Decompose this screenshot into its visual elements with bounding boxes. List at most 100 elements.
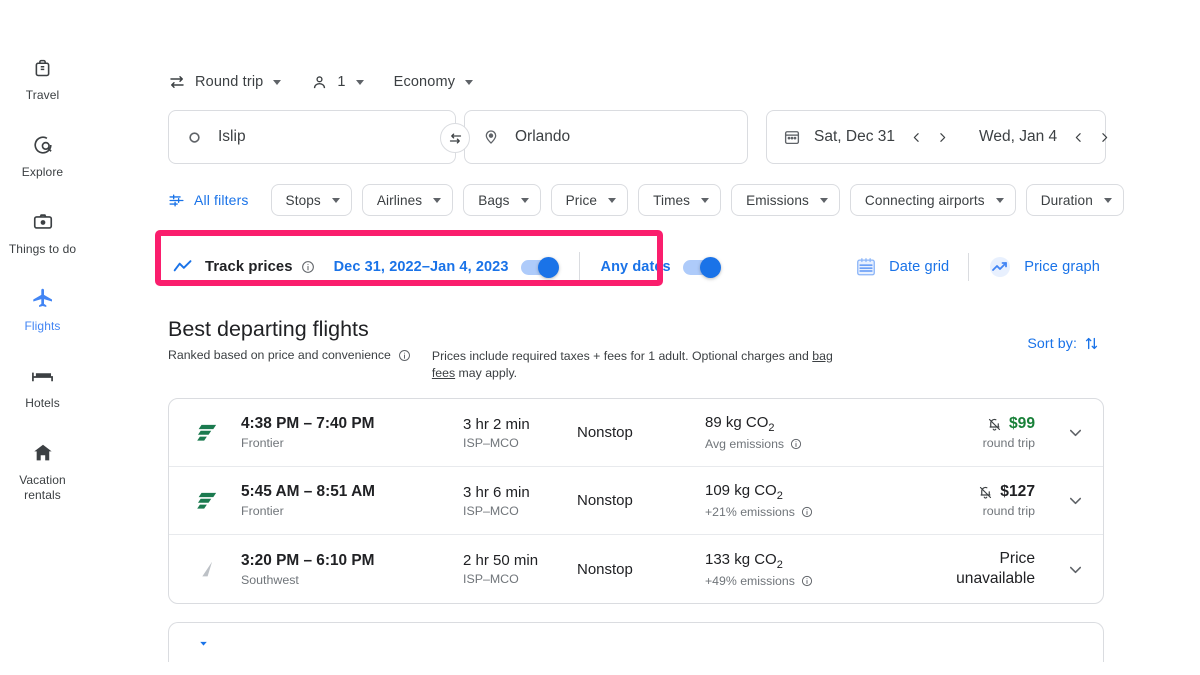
passenger-count: 1 [337,74,346,90]
origin-input[interactable]: Islip [168,110,456,164]
info-icon[interactable] [801,575,813,587]
return-date-segment[interactable]: Wed, Jan 4 [979,111,1117,163]
return-prev-day-button[interactable] [1065,124,1091,150]
ranked-note-text: Ranked based on price and convenience [168,348,391,362]
departure-date-segment[interactable]: Sat, Dec 31 [783,111,955,163]
return-date-value: Wed, Jan 4 [979,128,1058,145]
sidebar-label: Hotels [25,396,60,410]
expand-flight-button[interactable] [1045,491,1085,510]
bed-icon [31,363,54,389]
table-row[interactable]: 3:20 PM – 6:10 PM Southwest 2 hr 50 min … [169,535,1103,603]
filter-chip-stops[interactable]: Stops [270,184,352,216]
destination-value: Orlando [515,128,571,145]
flight-stops: Nonstop [577,560,633,578]
info-icon[interactable] [398,349,411,362]
cabin-class-label: Economy [393,74,456,90]
info-icon[interactable] [801,506,813,518]
price-graph-button[interactable]: Price graph [988,255,1100,279]
filter-icon [168,192,185,209]
table-row[interactable]: 4:38 PM – 7:40 PM Frontier 3 hr 2 min IS… [169,399,1103,467]
emissions-note: Avg emissions [705,437,785,451]
filter-chip-connecting-airports[interactable]: Connecting airports [849,184,1016,216]
departure-date-value: Sat, Dec 31 [814,128,895,145]
chip-label: Airlines [376,192,423,208]
chip-label: Emissions [746,192,809,208]
emissions-value: 89 kg CO2 [705,414,890,434]
date-grid-button[interactable]: Date grid [855,256,949,278]
price-row: $127 [890,483,1035,501]
sidebar-item-things-to-do[interactable]: Things to do [0,209,85,257]
duration-value: 3 hr 6 min [463,483,530,501]
bell-slash-icon [978,485,993,500]
return-date-nav [1065,124,1117,150]
emissions-note-row: +21% emissions [705,505,890,519]
filter-chip-price[interactable]: Price [550,184,629,216]
destination-input[interactable]: Orlando [464,110,748,164]
track-prices-label: Track prices [205,259,293,275]
sidebar-item-travel[interactable]: Travel [0,55,85,103]
cabin-class-selector[interactable]: Economy [394,70,474,94]
southwest-logo [195,556,241,582]
all-filters-button[interactable]: All filters [168,192,249,209]
chevron-down-icon [995,197,1004,203]
chevron-down-icon [433,197,442,203]
chip-label: Price [565,192,598,208]
all-filters-label: All filters [194,192,249,208]
flight-emissions: 89 kg CO2 Avg emissions [705,414,890,451]
chevron-down-icon [273,79,282,85]
filter-chip-bags[interactable]: Bags [463,184,541,216]
table-row[interactable]: 5:45 AM – 8:51 AM Frontier 3 hr 6 min IS… [169,467,1103,535]
chevron-down-icon [520,197,529,203]
filter-chip-emissions[interactable]: Emissions [731,184,840,216]
expand-flight-button[interactable] [1045,423,1085,442]
return-next-day-button[interactable] [1091,124,1117,150]
chip-label: Times [653,192,691,208]
passenger-selector[interactable]: 1 [311,70,364,94]
sort-arrows-icon [1083,335,1100,352]
price-value: $99 [1008,415,1035,432]
departure-prev-day-button[interactable] [903,124,929,150]
track-prices-date-range[interactable]: Dec 31, 2022–Jan 4, 2023 [334,259,509,275]
google-flights-page: Travel Explore Things to do Flights Hote… [0,0,1200,675]
sort-by-button[interactable]: Sort by: [1027,335,1100,352]
filter-chip-times[interactable]: Times [638,184,722,216]
sidebar-item-hotels[interactable]: Hotels [0,363,85,411]
any-dates-label[interactable]: Any dates [601,259,671,275]
emissions-text: 109 kg CO [705,482,777,499]
flight-duration: 3 hr 2 min ISP–MCO [463,416,577,450]
filter-chip-airlines[interactable]: Airlines [361,184,454,216]
flight-airline: Frontier [241,436,284,450]
trip-type-label: Round trip [195,74,264,90]
filter-chip-duration[interactable]: Duration [1025,184,1124,216]
expand-flight-button[interactable] [1045,560,1085,579]
track-prices-row: Track prices Dec 31, 2022–Jan 4, 2023 An… [155,230,1200,294]
flight-times: 4:38 PM – 7:40 PM Frontier [241,415,463,450]
emissions-subscript: 2 [776,558,783,571]
sidebar-item-explore[interactable]: Explore [0,132,85,180]
view-tools: Date grid Price graph [855,240,1100,294]
places-group: Islip Orlando [168,110,748,164]
emissions-value: 133 kg CO2 [705,551,890,571]
track-date-range-toggle[interactable] [520,256,559,278]
camera-icon [32,209,54,235]
emissions-note: +49% emissions [705,573,795,588]
price-sub: round trip [982,436,1035,450]
swap-locations-button[interactable] [440,123,470,153]
price-row: $99 [890,415,1035,433]
departure-next-day-button[interactable] [929,124,955,150]
flight-price: $99 round trip [890,415,1045,450]
price-note-before: Prices include required taxes + fees for… [431,349,813,363]
route-value: ISP–MCO [463,435,519,450]
info-icon[interactable] [790,438,802,450]
trip-type-selector[interactable]: Round trip [168,70,282,94]
swap-arrows-icon [168,73,186,91]
sidebar-item-flights[interactable]: Flights [0,286,85,334]
next-results-card[interactable] [168,622,1104,662]
any-dates-toggle[interactable] [682,256,721,278]
sidebar-item-vacation-rentals[interactable]: Vacation rentals [0,440,85,503]
info-icon[interactable] [301,260,315,274]
date-grid-label: Date grid [889,259,950,275]
sidebar-label: Vacation rentals [19,473,66,502]
luggage-icon [32,55,53,81]
date-range-field: Sat, Dec 31 Wed, Jan 4 [766,110,1107,164]
